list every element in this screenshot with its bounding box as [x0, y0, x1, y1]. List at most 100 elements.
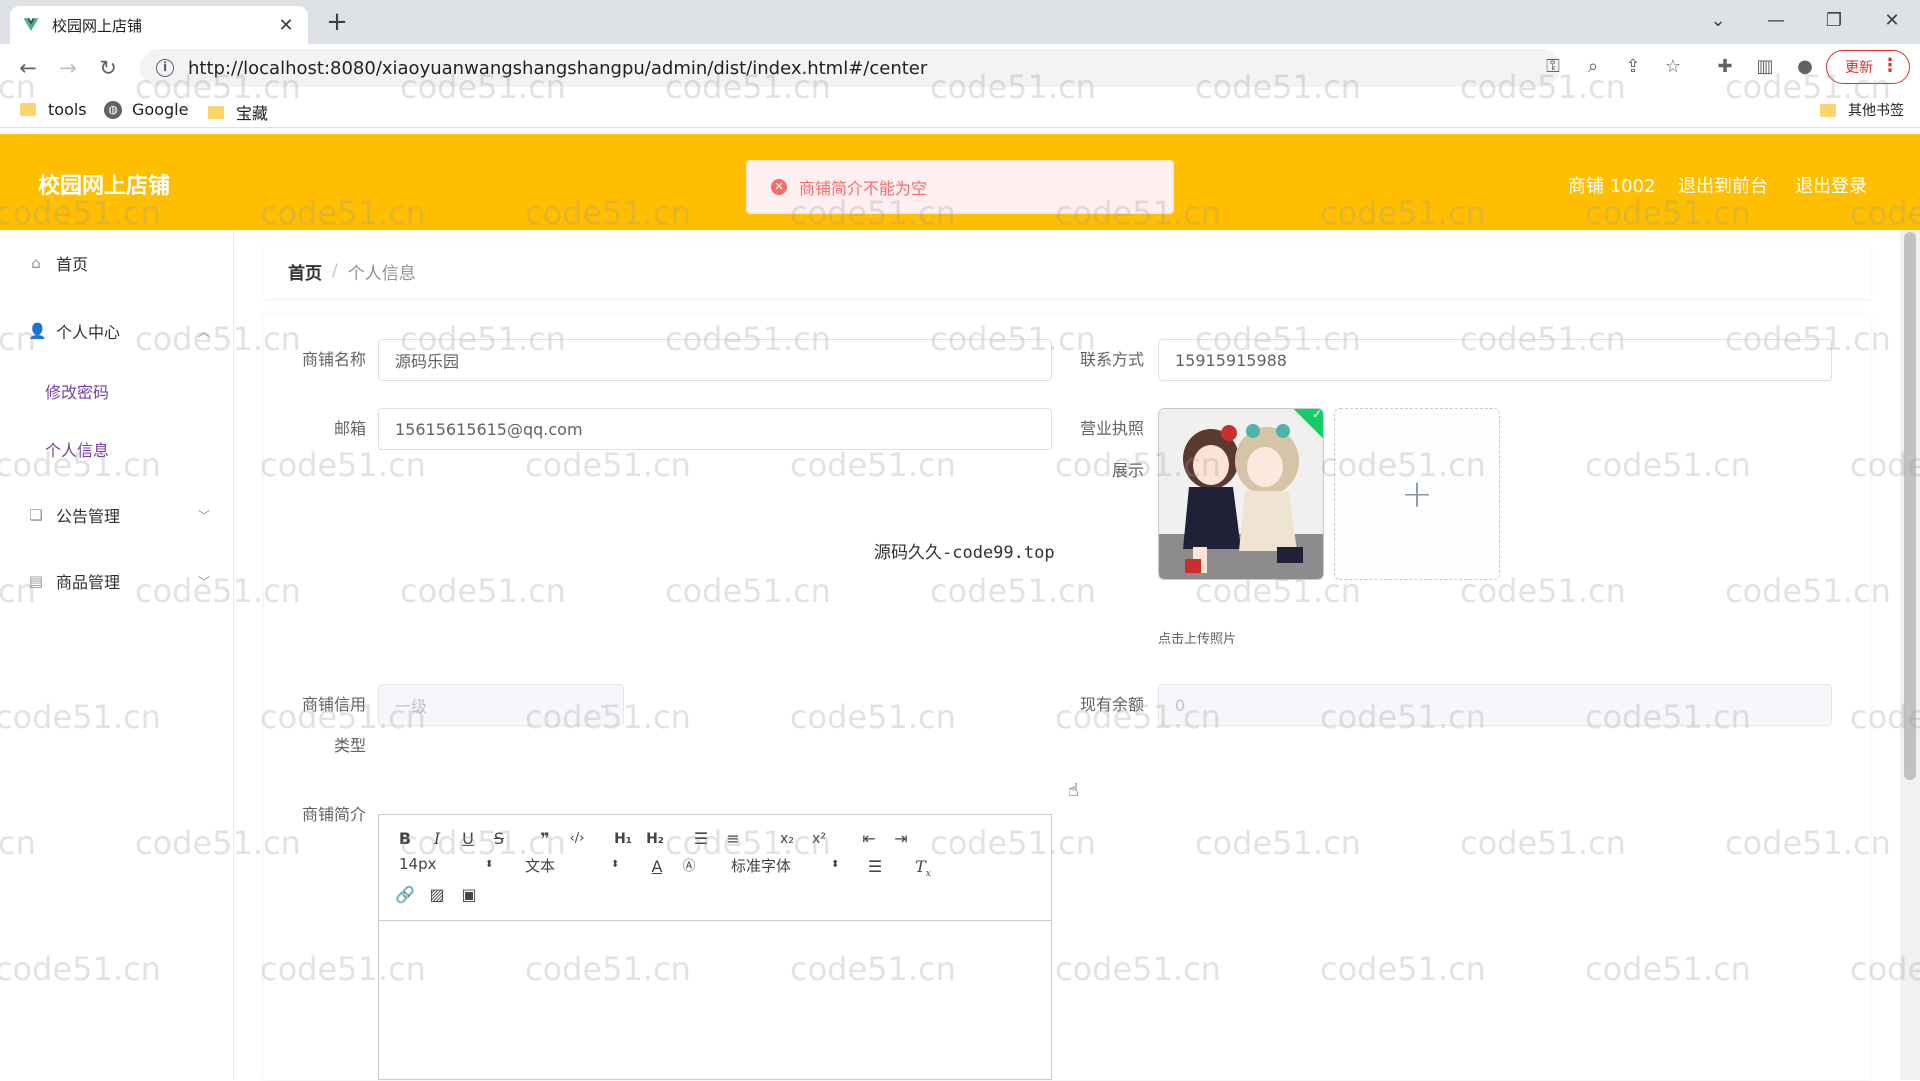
- bullet-list-icon[interactable]: ≡: [721, 827, 745, 851]
- bookmark-treasure[interactable]: 宝藏: [208, 100, 268, 124]
- back-icon[interactable]: ←: [14, 55, 42, 83]
- page-scrollbar[interactable]: [1900, 230, 1920, 1080]
- credit-label-cont: 类型: [333, 736, 366, 755]
- close-tab-icon[interactable]: ✕: [276, 15, 296, 36]
- license-label-cont: 展示: [1111, 461, 1144, 480]
- sidepanel-icon[interactable]: ▥: [1750, 52, 1780, 82]
- link-icon[interactable]: 🔗: [393, 883, 417, 907]
- outdent-icon[interactable]: ⇤: [857, 827, 881, 851]
- breadcrumb-separator: /: [332, 261, 338, 281]
- user-icon: 👤: [28, 322, 47, 340]
- error-toast: ✕ 商铺简介不能为空: [746, 160, 1174, 214]
- font-family-picker[interactable]: 标准字体 ⬍: [731, 855, 839, 876]
- update-label: 更新: [1845, 60, 1873, 76]
- strike-icon[interactable]: S: [487, 827, 511, 851]
- sidebar-item-products[interactable]: ▤ 商品管理 ﹀: [0, 556, 234, 606]
- align-icon[interactable]: ☰: [863, 855, 887, 879]
- restore-icon[interactable]: ❐: [1806, 0, 1862, 40]
- sidebar: ⌂ 首页 👤 个人中心 ︿ 修改密码 个人信息 ❏ 公告管理 ﹀ ▤ 商品管理 …: [0, 230, 234, 1080]
- bookmark-google[interactable]: ◍ Google: [104, 100, 188, 119]
- close-window-icon[interactable]: ✕: [1864, 0, 1920, 40]
- sidebar-item-change-password[interactable]: 修改密码: [0, 368, 234, 414]
- indent-icon[interactable]: ⇥: [889, 827, 913, 851]
- bold-icon[interactable]: B: [393, 827, 417, 851]
- update-button[interactable]: 更新 ⋮: [1826, 50, 1910, 84]
- contact-input[interactable]: 15915915988: [1158, 339, 1832, 381]
- sidebar-item-home[interactable]: ⌂ 首页: [0, 238, 234, 288]
- email-value: 15615615615@qq.com: [395, 419, 583, 439]
- tab-search-chevron-icon[interactable]: ⌄: [1690, 0, 1746, 40]
- code-block-icon[interactable]: ‹/›: [565, 827, 589, 851]
- bookmark-label: 其他书签: [1848, 103, 1904, 119]
- key-icon[interactable]: ⚿: [1538, 52, 1568, 82]
- plus-icon: +: [1401, 472, 1433, 516]
- ordered-list-icon[interactable]: ☰: [689, 827, 713, 851]
- superscript-icon[interactable]: x²: [807, 827, 831, 851]
- sidebar-item-announcements[interactable]: ❏ 公告管理 ﹀: [0, 490, 234, 540]
- h1-icon[interactable]: H₁: [611, 827, 635, 851]
- license-image-thumbnail[interactable]: ✓: [1158, 408, 1324, 580]
- blockquote-icon[interactable]: ❞: [533, 827, 557, 851]
- breadcrumb-home[interactable]: 首页: [288, 259, 322, 284]
- picker-arrow-icon: ⬍: [831, 859, 840, 870]
- chevron-down-icon: ﹀: [197, 508, 210, 523]
- font-size-value: 14px: [399, 855, 437, 873]
- h2-icon[interactable]: H₂: [643, 827, 667, 851]
- sidebar-item-label: 个人信息: [45, 441, 110, 460]
- site-info-icon[interactable]: i: [156, 59, 174, 77]
- background-color-icon[interactable]: Ⓐ: [677, 855, 701, 879]
- editor-content-area[interactable]: [379, 921, 1051, 1081]
- zoom-icon[interactable]: ⌕: [1578, 52, 1608, 82]
- editor-toolbar: B I U S ❞ ‹/› H₁ H₂ ☰ ≡ x₂ x² ⇤ ⇥ 14px ⬍…: [379, 815, 1051, 921]
- chevron-up-icon: ︿: [197, 324, 210, 339]
- reload-icon[interactable]: ↻: [94, 55, 122, 83]
- credit-type-select[interactable]: 一级 ⌄: [378, 684, 624, 726]
- clear-format-icon[interactable]: Tx: [911, 855, 935, 879]
- forward-icon[interactable]: →: [54, 55, 82, 83]
- font-color-icon[interactable]: A: [645, 855, 669, 879]
- app-title: 校园网上店铺: [38, 174, 171, 199]
- upload-tip: 点击上传照片: [1158, 632, 1237, 647]
- sidebar-item-personal-info[interactable]: 个人信息: [0, 426, 234, 472]
- minimize-icon[interactable]: —: [1748, 0, 1804, 40]
- share-icon[interactable]: ⇪: [1618, 52, 1648, 82]
- video-icon[interactable]: ▣: [457, 883, 481, 907]
- profile-icon[interactable]: ●: [1790, 52, 1820, 82]
- shop-name-input[interactable]: 源码乐园: [378, 339, 1052, 381]
- license-label: 营业执照: [1079, 419, 1144, 438]
- header-picker-value: 文本: [525, 857, 556, 875]
- document-icon: ❏: [29, 506, 43, 524]
- folder-icon: [1820, 103, 1836, 117]
- underline-icon[interactable]: U: [456, 827, 480, 851]
- upload-add-button[interactable]: +: [1334, 408, 1500, 580]
- italic-icon[interactable]: I: [425, 827, 449, 851]
- logout-link[interactable]: 退出登录: [1795, 172, 1867, 198]
- balance-label: 现有余额: [1079, 695, 1144, 714]
- browser-tab-bar: 校园网上店铺 ✕ + ⌄ — ❐ ✕: [0, 0, 1920, 44]
- sidebar-item-label: 公告管理: [56, 507, 121, 526]
- check-icon: ✓: [1311, 408, 1323, 422]
- bookmark-label: Google: [132, 100, 189, 119]
- star-icon[interactable]: ☆: [1658, 52, 1688, 82]
- image-icon[interactable]: ▨: [425, 883, 449, 907]
- bookmark-tools[interactable]: tools: [20, 100, 87, 119]
- extensions-icon[interactable]: ✚: [1710, 52, 1740, 82]
- scrollbar-thumb[interactable]: [1904, 232, 1916, 780]
- subscript-icon[interactable]: x₂: [775, 827, 799, 851]
- balance-input[interactable]: 0: [1158, 684, 1832, 726]
- address-bar[interactable]: i http://localhost:8080/xiaoyuanwangshan…: [140, 49, 1560, 87]
- bookmark-other[interactable]: 其他书签: [1820, 100, 1904, 120]
- bookmark-label: tools: [48, 100, 87, 119]
- font-size-picker[interactable]: 14px ⬍: [399, 855, 493, 873]
- home-icon: ⌂: [31, 254, 41, 272]
- folder-icon: [208, 105, 224, 119]
- sidebar-item-personal-center[interactable]: 👤 个人中心 ︿: [0, 306, 234, 356]
- bookmark-label: 宝藏: [236, 104, 269, 123]
- rich-text-editor: B I U S ❞ ‹/› H₁ H₂ ☰ ≡ x₂ x² ⇤ ⇥ 14px ⬍…: [378, 814, 1052, 1080]
- back-to-front-link[interactable]: 退出到前台: [1678, 172, 1768, 198]
- browser-tab[interactable]: 校园网上店铺 ✕: [10, 6, 308, 44]
- email-input[interactable]: 15615615615@qq.com: [378, 408, 1052, 450]
- header-picker[interactable]: 文本 ⬍: [525, 855, 619, 876]
- shop-icon: ▤: [28, 572, 44, 590]
- new-tab-button[interactable]: +: [322, 8, 352, 36]
